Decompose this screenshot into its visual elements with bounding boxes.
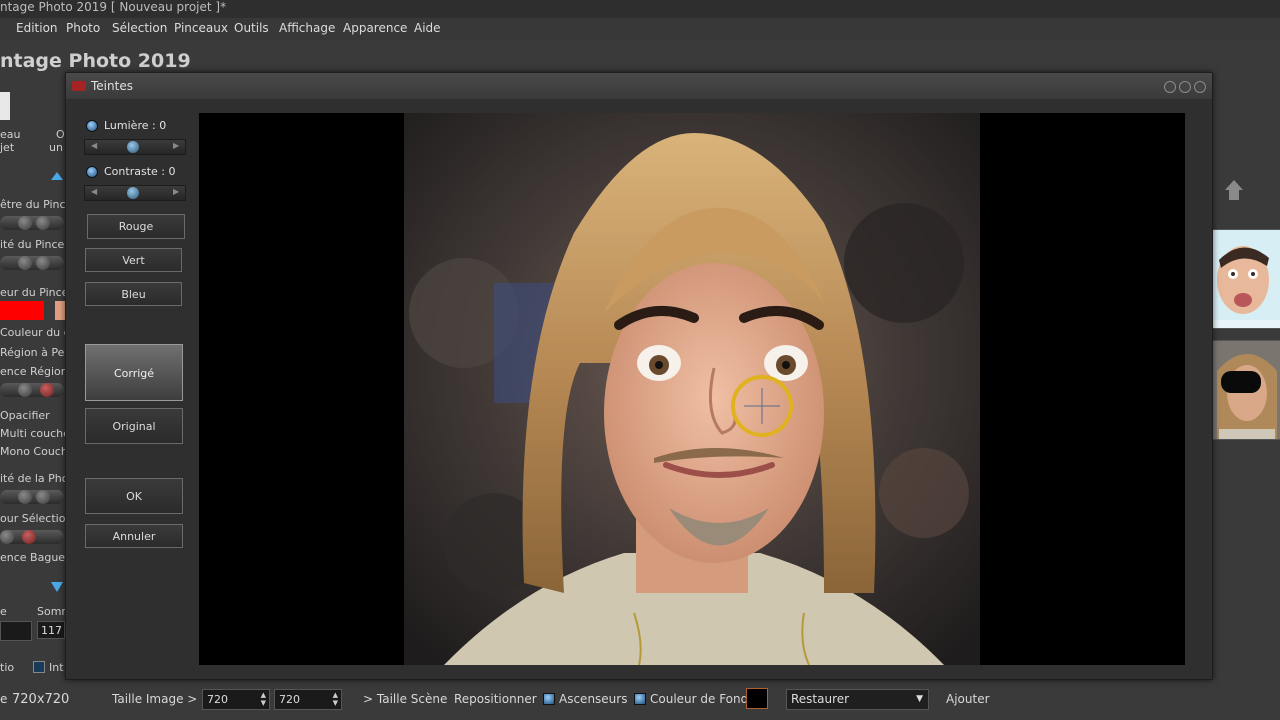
brush-intensity-slider[interactable]	[0, 256, 64, 270]
bottom-left-label: e	[0, 692, 8, 706]
left-stepper[interactable]	[0, 621, 32, 641]
secondary-color-swatch[interactable]	[55, 301, 65, 320]
image-size-readout: 720x720	[12, 692, 70, 707]
minimize-button[interactable]	[1164, 81, 1176, 93]
toolbar-label-2: jet	[0, 141, 15, 154]
photo-opacity-slider[interactable]	[0, 490, 64, 504]
window-titlebar: ntage Photo 2019 [ Nouveau projet ]*	[0, 0, 1280, 18]
menu-pinceaux[interactable]: Pinceaux	[174, 21, 228, 35]
selection-contour-slider[interactable]	[0, 530, 64, 544]
region-tolerance-slider[interactable]	[0, 383, 64, 397]
ratio-label: tio	[0, 661, 15, 674]
contraste-radio[interactable]	[86, 166, 98, 178]
taille-scene-button[interactable]: > Taille Scène	[363, 692, 447, 706]
ascenseurs-checkbox[interactable]	[543, 693, 555, 705]
brush-diameter-label: être du Pince	[0, 198, 73, 211]
bleu-button[interactable]: Bleu	[85, 282, 182, 306]
dialog-title: Teintes	[91, 79, 133, 93]
new-project-icon[interactable]	[0, 92, 10, 120]
magic-wand-tolerance-label: ence Baguett	[0, 551, 74, 564]
repositionner-button[interactable]: Repositionner	[454, 692, 537, 706]
menu-photo[interactable]: Photo	[66, 21, 100, 35]
int-label: Int	[49, 661, 64, 674]
width-stepper[interactable]: 720 ▲ ▼	[202, 689, 270, 710]
lumiere-radio[interactable]	[86, 120, 98, 132]
toolbar-label-4: un	[49, 141, 63, 154]
scroll-up-arrow-icon[interactable]	[51, 172, 63, 180]
background-color-swatch[interactable]	[746, 688, 768, 709]
sum-field[interactable]: 117	[37, 621, 65, 639]
up-arrow-icon-stem	[1229, 190, 1239, 200]
ajouter-button[interactable]: Ajouter	[946, 692, 990, 706]
scroll-down-arrow-icon[interactable]	[51, 582, 63, 592]
thumbnail-1[interactable]	[1212, 229, 1280, 329]
menu-outils[interactable]: Outils	[234, 21, 269, 35]
app-title: ntage Photo 2019	[0, 50, 191, 72]
toolbar-label-1: eau	[0, 128, 21, 141]
menu-selection[interactable]: Sélection	[112, 21, 167, 35]
window-title: ntage Photo 2019 [ Nouveau projet ]*	[0, 0, 227, 14]
multi-layer-option[interactable]: Multi couche	[0, 427, 70, 440]
menu-aide[interactable]: Aide	[414, 21, 441, 35]
brush-color-swatch[interactable]	[0, 301, 44, 320]
lumiere-label: Lumière : 0	[104, 119, 167, 132]
up-arrow-icon[interactable]	[1225, 180, 1243, 190]
contraste-label: Contraste : 0	[104, 165, 176, 178]
maximize-button[interactable]	[1179, 81, 1191, 93]
restaurer-value: Restaurer	[791, 692, 850, 706]
brush-color-label: eur du Pincea	[0, 286, 76, 299]
lumiere-slider[interactable]: ◀ ▶	[84, 139, 186, 155]
left-field-label: e	[0, 605, 7, 618]
region-tolerance-label: ence Région	[0, 365, 68, 378]
opacifier-option[interactable]: Opacifier	[0, 409, 50, 422]
thumbnail-2[interactable]	[1212, 340, 1280, 440]
toolbar-label-3: O	[56, 128, 65, 141]
chevron-down-icon: ▼	[916, 694, 923, 704]
contraste-slider[interactable]: ◀ ▶	[84, 185, 186, 201]
height-stepper[interactable]: 720 ▲ ▼	[274, 689, 342, 710]
image-preview-canvas[interactable]	[199, 113, 1185, 665]
restaurer-dropdown[interactable]: Restaurer ▼	[786, 689, 929, 710]
rouge-button[interactable]: Rouge	[87, 214, 185, 239]
ok-button[interactable]: OK	[85, 478, 183, 514]
menu-apparence[interactable]: Apparence	[343, 21, 407, 35]
taille-image-button[interactable]: Taille Image >	[112, 692, 197, 706]
dialog-app-icon	[72, 81, 86, 91]
vert-button[interactable]: Vert	[85, 248, 182, 272]
annuler-button[interactable]: Annuler	[85, 524, 183, 548]
photo-opacity-label: ité de la Phot	[0, 472, 73, 485]
preview-photo	[404, 113, 980, 665]
original-button[interactable]: Original	[85, 408, 183, 444]
couleur-fond-checkbox[interactable]	[634, 693, 646, 705]
mono-layer-option[interactable]: Mono Couche	[0, 445, 75, 458]
menu-edition[interactable]: Edition	[16, 21, 58, 35]
int-checkbox[interactable]	[33, 661, 45, 673]
dialog-titlebar[interactable]: Teintes	[66, 73, 1212, 99]
corrige-button[interactable]: Corrigé	[85, 344, 183, 401]
ascenseurs-label: Ascenseurs	[559, 692, 628, 706]
menu-bar: Edition Photo Sélection Pinceaux Outils …	[0, 18, 1280, 40]
selection-contour-label: our Sélection	[0, 512, 73, 525]
couleur-fond-label: Couleur de Fond	[650, 692, 749, 706]
close-button[interactable]	[1194, 81, 1206, 93]
teintes-dialog: Teintes Lumière : 0 ◀ ▶ Contraste : 0 ◀ ▶ …	[65, 72, 1213, 680]
menu-affichage[interactable]: Affichage	[279, 21, 335, 35]
brush-diameter-slider[interactable]	[0, 216, 64, 230]
